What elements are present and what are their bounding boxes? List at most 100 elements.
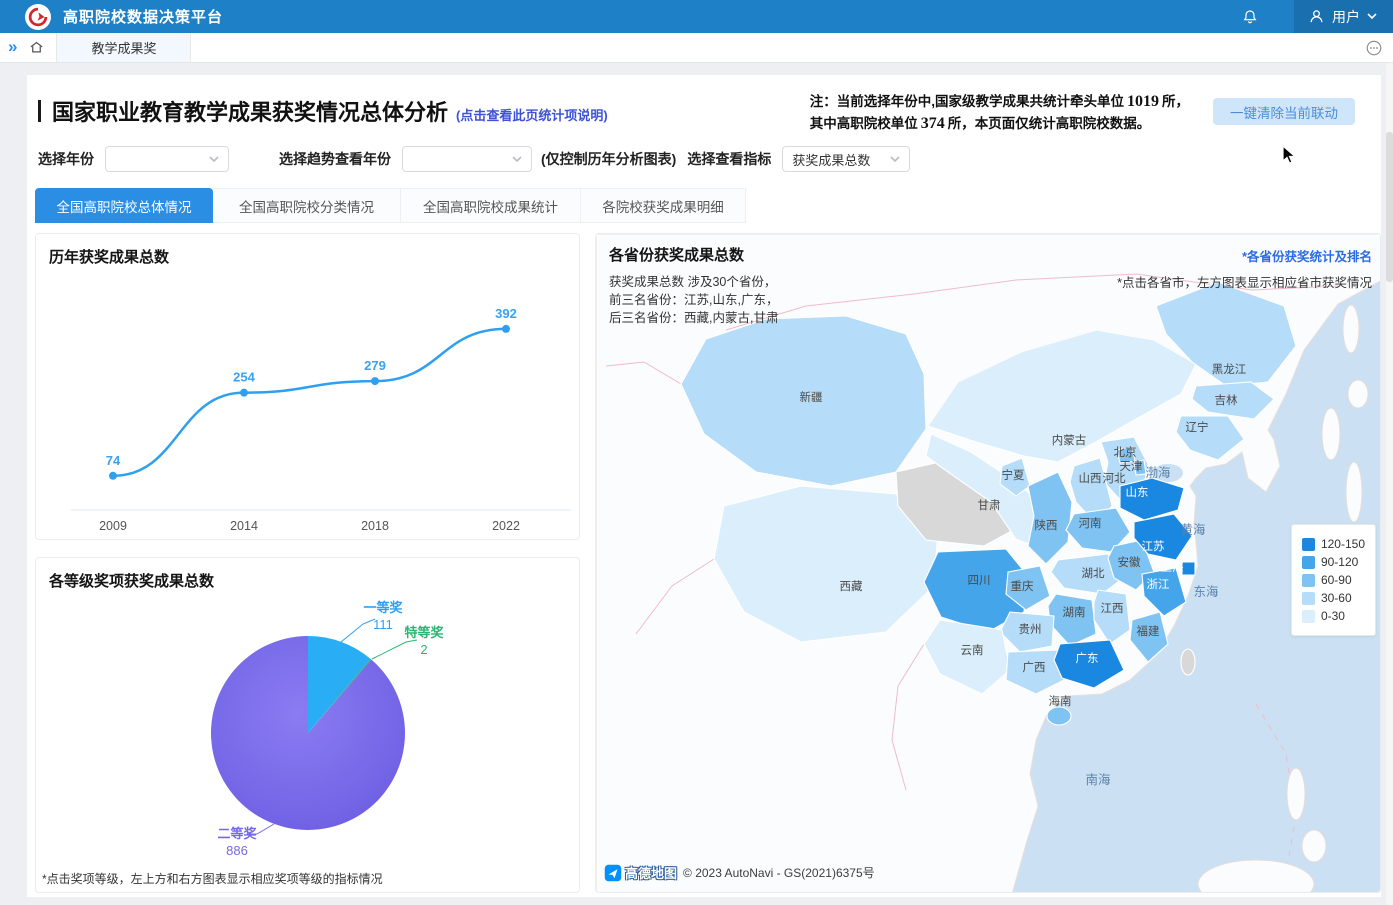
x-tick-label: 2018: [361, 519, 389, 533]
china-choropleth-map[interactable]: 新疆西藏 内蒙古甘肃 黑龙江吉林辽宁北京天津河北山西山东河南 宁夏陕西江苏安徽 上海浙江…: [596, 234, 1381, 893]
province-label[interactable]: 辽宁: [1186, 420, 1209, 434]
map-attribution: 高德地图 © 2023 AutoNavi - GS(2021)6375号: [604, 863, 875, 882]
main-panel: 国家职业教育教学成果获奖情况总体分析 (点击查看此页统计项说明) 注：当前选择年…: [27, 75, 1381, 897]
pie-chart-card: 各等级奖项获奖成果总数 一等奖111特等奖2二等奖886 *点击奖项等级，左上方…: [35, 557, 580, 893]
legend-label: 90-120: [1321, 555, 1358, 569]
province-label[interactable]: 湖南: [1063, 605, 1086, 619]
sea-label: 渤海: [1145, 465, 1171, 480]
province-label[interactable]: 重庆: [1011, 579, 1034, 593]
province-label[interactable]: 天津: [1120, 460, 1143, 473]
metric-select[interactable]: 获奖成果总数: [782, 146, 910, 172]
collapse-menu-icon[interactable]: »: [8, 38, 17, 55]
province-label[interactable]: 安徽: [1118, 555, 1141, 569]
legend-label: 60-90: [1321, 573, 1352, 587]
legend-item[interactable]: 0-30: [1302, 609, 1365, 623]
user-avatar-icon: [1308, 8, 1325, 25]
legend-item[interactable]: 30-60: [1302, 591, 1365, 605]
pie-leader-line: [341, 619, 375, 642]
province-label[interactable]: 贵州: [1019, 623, 1042, 636]
chevron-down-icon: [209, 156, 219, 163]
map-desc-line: 获奖成果总数 涉及30个省份，: [609, 273, 778, 291]
filter-bar: 选择年份 选择趋势查看年份 (仅控制历年分析图表) 选择查看指标 获奖成果总数: [38, 145, 910, 173]
legend-swatch: [1302, 574, 1315, 587]
map-card: 新疆西藏 内蒙古甘肃 黑龙江吉林辽宁北京天津河北山西山东河南 宁夏陕西江苏安徽 上海浙江…: [595, 233, 1381, 893]
map-header: 各省份获奖成果总数 获奖成果总数 涉及30个省份， 前三名省份：江苏,山东,广东…: [609, 244, 778, 327]
amap-logo-icon: [604, 864, 622, 882]
province-label[interactable]: 福建: [1137, 624, 1160, 638]
island: [1348, 380, 1368, 408]
trend-year-filter-label: 选择趋势查看年份: [279, 149, 391, 169]
province-label[interactable]: 上海: [1161, 560, 1184, 574]
tab-strip: » 教学成果奖: [0, 33, 1393, 63]
province-label[interactable]: 云南: [961, 643, 984, 657]
chevron-down-icon: [890, 156, 900, 163]
data-point-value: 74: [106, 453, 121, 468]
user-label: 用户: [1332, 7, 1360, 27]
trend-year-select[interactable]: [402, 146, 532, 172]
province-label[interactable]: 吉林: [1215, 393, 1238, 407]
province-label[interactable]: 江苏: [1142, 540, 1165, 553]
tab-teaching-awards[interactable]: 教学成果奖: [56, 33, 191, 62]
province-label[interactable]: 广东: [1076, 652, 1099, 665]
data-point-value: 392: [495, 306, 517, 321]
line-chart-title: 历年获奖成果总数: [49, 246, 169, 267]
clear-linkage-button[interactable]: 一键清除当前联动: [1213, 98, 1355, 125]
pie-slice-label: 特等奖: [404, 625, 444, 640]
legend-item[interactable]: 120-150: [1302, 537, 1365, 551]
scrollbar-track[interactable]: [1386, 62, 1393, 905]
province-label[interactable]: 甘肃: [978, 499, 1001, 512]
legend-item[interactable]: 90-120: [1302, 555, 1365, 569]
year-select[interactable]: [105, 146, 229, 172]
province-label[interactable]: 内蒙古: [1052, 433, 1087, 447]
legend-item[interactable]: 60-90: [1302, 573, 1365, 587]
province-label[interactable]: 宁夏: [1002, 468, 1025, 482]
chevron-down-icon: [512, 156, 522, 163]
island: [1346, 462, 1362, 522]
province-label[interactable]: 陕西: [1035, 518, 1058, 532]
province-label[interactable]: 海南: [1049, 694, 1072, 708]
province-ranking-link[interactable]: *各省份获奖统计及排名: [1117, 246, 1372, 265]
notifications-bell-icon[interactable]: [1242, 9, 1258, 25]
data-point-value: 279: [364, 358, 386, 373]
province-label[interactable]: 广西: [1023, 661, 1046, 674]
pie-chart[interactable]: 一等奖111特等奖2二等奖886: [36, 588, 581, 888]
user-menu[interactable]: 用户: [1294, 0, 1393, 33]
province-label[interactable]: 西藏: [840, 580, 863, 593]
tab-national-overview[interactable]: 全国高职院校总体情况: [35, 188, 213, 223]
province-label[interactable]: 新疆: [800, 390, 823, 404]
year-filter-label: 选择年份: [38, 149, 94, 169]
province-label[interactable]: 浙江: [1147, 578, 1170, 591]
data-point[interactable]: [502, 325, 510, 333]
province-label[interactable]: 四川: [968, 574, 991, 587]
pie-slices[interactable]: [211, 636, 405, 830]
province-label[interactable]: 北京: [1114, 445, 1137, 459]
map-desc-line: 后三名省份：西藏,内蒙古,甘肃: [609, 309, 778, 327]
province-label[interactable]: 河南: [1079, 516, 1102, 530]
metric-filter-label: 选择查看指标: [687, 149, 771, 169]
line-chart[interactable]: 74254279392 2009201420182022: [36, 270, 581, 535]
scrollbar-thumb[interactable]: [1386, 132, 1393, 282]
map-desc-line: 前三名省份：江苏,山东,广东，: [609, 291, 778, 309]
map-copyright: © 2023 AutoNavi - GS(2021)6375号: [683, 864, 875, 881]
tab-classification[interactable]: 全国高职院校分类情况: [213, 188, 401, 223]
sea-label: 黄海: [1180, 522, 1206, 537]
data-point[interactable]: [109, 472, 117, 480]
data-point[interactable]: [371, 377, 379, 385]
province-label[interactable]: 湖北: [1082, 566, 1105, 580]
stats-explanation-link[interactable]: (点击查看此页统计项说明): [456, 105, 608, 124]
island: [1322, 408, 1340, 460]
data-point[interactable]: [240, 389, 248, 397]
tab-options-icon[interactable]: [1365, 39, 1383, 57]
province-label[interactable]: 河北: [1103, 472, 1126, 485]
tab-achievement-stats[interactable]: 全国高职院校成果统计: [401, 188, 581, 223]
province-label[interactable]: 黑龙江: [1212, 363, 1247, 376]
legend-swatch: [1302, 610, 1315, 623]
tab-college-detail[interactable]: 各院校获奖成果明细: [581, 188, 746, 223]
province-label[interactable]: 山西: [1079, 472, 1102, 485]
home-icon[interactable]: [29, 40, 44, 55]
chevron-down-icon: [1367, 13, 1377, 20]
legend-label: 120-150: [1321, 537, 1365, 551]
pie-chart-note: *点击奖项等级，左上方和右方图表显示相应奖项等级的指标情况: [42, 870, 383, 887]
province-label[interactable]: 江西: [1101, 602, 1124, 615]
province-label[interactable]: 山东: [1126, 486, 1149, 499]
